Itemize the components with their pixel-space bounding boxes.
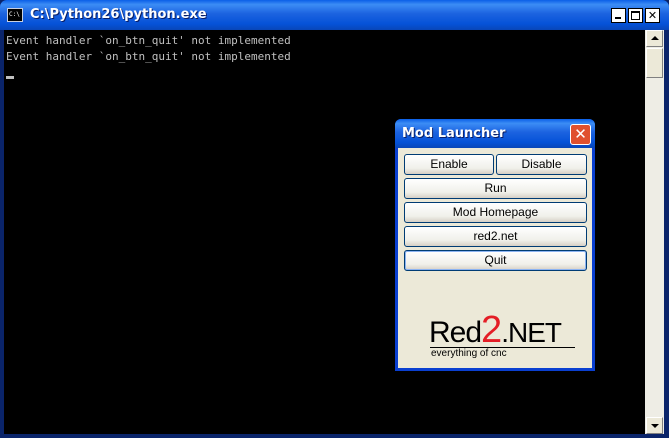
minimize-button[interactable] — [611, 8, 626, 23]
vertical-scrollbar[interactable] — [645, 30, 664, 434]
launcher-body: Enable Disable Run Mod Homepage red2.net… — [398, 148, 592, 368]
logo-two: 2 — [481, 309, 502, 351]
enable-button[interactable]: Enable — [404, 154, 494, 175]
logo-net: .NET — [501, 317, 562, 348]
close-button[interactable]: ✕ — [645, 8, 660, 23]
quit-button[interactable]: Quit — [404, 250, 587, 271]
console-titlebar[interactable]: C:\ C:\Python26\python.exe ✕ — [0, 0, 669, 30]
console-title: C:\Python26\python.exe — [30, 7, 207, 22]
run-button[interactable]: Run — [404, 178, 587, 199]
maximize-button[interactable] — [628, 8, 643, 23]
logo-red: Red — [429, 316, 482, 349]
disable-button[interactable]: Disable — [496, 154, 587, 175]
scroll-up-button[interactable] — [646, 30, 663, 47]
launcher-title: Mod Launcher — [402, 126, 506, 141]
mod-homepage-button[interactable]: Mod Homepage — [404, 202, 587, 223]
logo-tagline: everything of cnc — [431, 348, 507, 359]
console-line: Event handler `on_btn_quit' not implemen… — [6, 50, 291, 63]
red2-net-button[interactable]: red2.net — [404, 226, 587, 247]
launcher-close-button[interactable]: ✕ — [570, 124, 591, 145]
console-app-icon[interactable]: C:\ — [7, 8, 23, 22]
mod-launcher-window: Mod Launcher ✕ Enable Disable Run Mod Ho… — [395, 119, 595, 371]
launcher-titlebar[interactable]: Mod Launcher ✕ — [395, 119, 595, 148]
logo-wordmark: Red2.NET — [429, 309, 562, 352]
red2-net-logo: Red2.NET everything of cnc — [429, 307, 577, 359]
console-line: Event handler `on_btn_quit' not implemen… — [6, 34, 291, 47]
console-cursor — [6, 76, 14, 79]
scroll-thumb[interactable] — [646, 48, 663, 78]
scroll-down-button[interactable] — [646, 417, 663, 434]
